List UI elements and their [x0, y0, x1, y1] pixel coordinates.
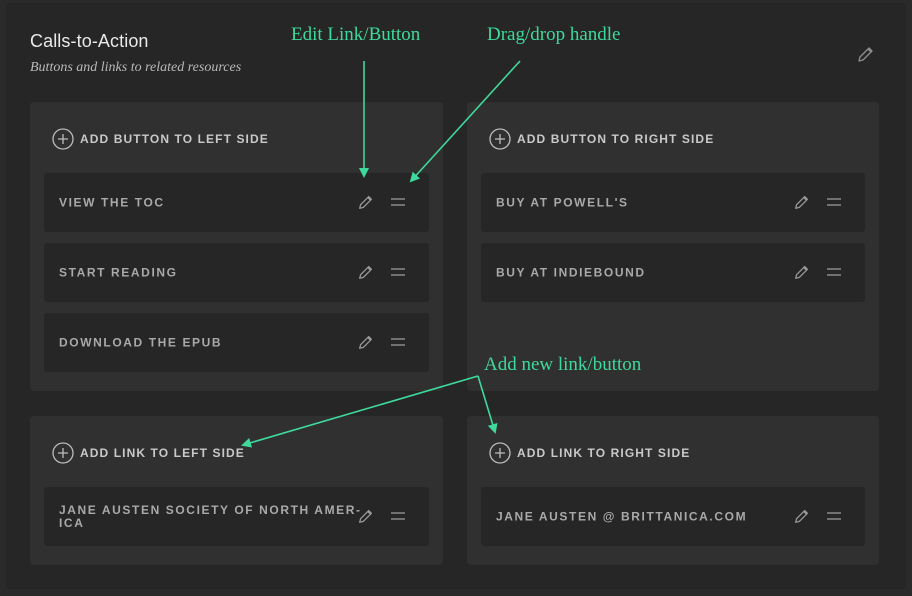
- add-link-left-label: ADD LINK TO LEFT SIDE: [80, 446, 245, 460]
- pencil-icon[interactable]: [357, 333, 375, 351]
- link-item-label: JANE AUSTEN @ BRITTANICA.COM: [496, 509, 748, 523]
- button-item[interactable]: VIEW THE TOC: [44, 173, 429, 232]
- button-item-label: DOWNLOAD THE EPUB: [59, 335, 223, 349]
- section-title: Calls-to-Action: [30, 31, 149, 51]
- link-item[interactable]: JANE AUSTEN @ BRITTANICA.COM: [481, 487, 865, 546]
- add-button-left[interactable]: ADD BUTTON TO LEFT SIDE: [52, 128, 269, 150]
- add-link-left[interactable]: ADD LINK TO LEFT SIDE: [52, 442, 245, 464]
- drag-handle-icon[interactable]: [826, 196, 842, 208]
- drag-handle-icon[interactable]: [826, 510, 842, 522]
- annotation-add: Add new link/button: [484, 354, 642, 375]
- pencil-icon[interactable]: [357, 507, 375, 525]
- plus-circle-icon: [489, 442, 511, 464]
- link-item-label-line1: JANE AUSTEN SOCIETY OF NORTH AMER-: [59, 502, 362, 517]
- pencil-icon[interactable]: [793, 507, 811, 525]
- plus-circle-icon: [52, 442, 74, 464]
- add-link-right[interactable]: ADD LINK TO RIGHT SIDE: [489, 442, 690, 464]
- button-item[interactable]: BUY AT POWELL'S: [481, 173, 865, 232]
- link-item-label-line2: ICA: [59, 515, 85, 530]
- link-item[interactable]: JANE AUSTEN SOCIETY OF NORTH AMER- ICA: [44, 487, 429, 546]
- button-item-label: BUY AT POWELL'S: [496, 195, 629, 209]
- add-button-right[interactable]: ADD BUTTON TO RIGHT SIDE: [489, 128, 714, 150]
- pencil-icon[interactable]: [793, 263, 811, 281]
- drag-handle-icon[interactable]: [390, 510, 406, 522]
- pencil-icon[interactable]: [856, 44, 876, 64]
- drag-handle-icon[interactable]: [826, 266, 842, 278]
- button-item-label: BUY AT INDIEBOUND: [496, 265, 646, 279]
- pencil-icon[interactable]: [357, 193, 375, 211]
- button-item-label: START READING: [59, 265, 178, 279]
- link-item-label: JANE AUSTEN SOCIETY OF NORTH AMER- ICA: [59, 502, 362, 530]
- add-button-left-label: ADD BUTTON TO LEFT SIDE: [80, 132, 269, 146]
- pencil-icon[interactable]: [793, 193, 811, 211]
- add-button-right-label: ADD BUTTON TO RIGHT SIDE: [517, 132, 715, 146]
- button-item[interactable]: BUY AT INDIEBOUND: [481, 243, 865, 302]
- button-item[interactable]: DOWNLOAD THE EPUB: [44, 313, 429, 372]
- annotation-drag: Drag/drop handle: [487, 24, 621, 45]
- button-item-label: VIEW THE TOC: [59, 195, 165, 209]
- plus-circle-icon: [489, 128, 511, 150]
- add-link-right-label: ADD LINK TO RIGHT SIDE: [517, 446, 691, 460]
- drag-handle-icon[interactable]: [390, 336, 406, 348]
- plus-circle-icon: [52, 128, 74, 150]
- section-subtitle: Buttons and links to related resources: [30, 60, 242, 75]
- annotation-edit: Edit Link/Button: [291, 24, 421, 45]
- drag-handle-icon[interactable]: [390, 266, 406, 278]
- pencil-icon[interactable]: [357, 263, 375, 281]
- drag-handle-icon[interactable]: [390, 196, 406, 208]
- button-item[interactable]: START READING: [44, 243, 429, 302]
